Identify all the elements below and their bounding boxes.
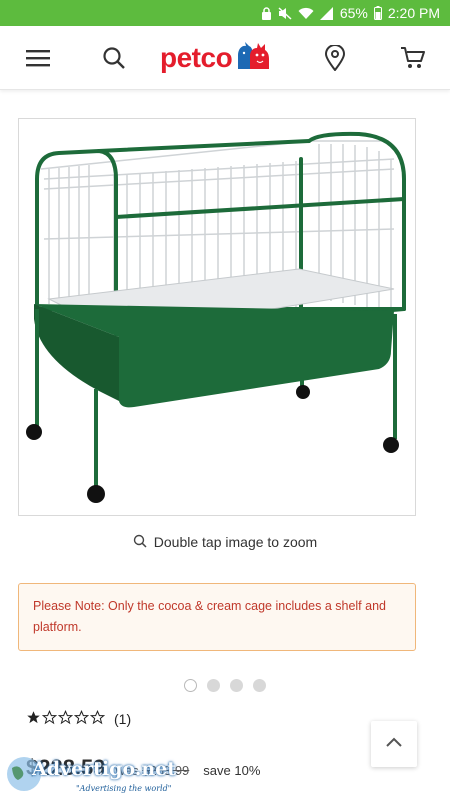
star-empty-icon bbox=[41, 709, 58, 728]
mute-icon bbox=[278, 6, 292, 20]
carousel-dot[interactable] bbox=[230, 679, 243, 692]
watermark: Advertigo.net "Advertising the world" bbox=[4, 750, 179, 800]
savings-badge: save 10% bbox=[203, 763, 261, 778]
star-filled-icon bbox=[26, 710, 41, 728]
carousel-dot[interactable] bbox=[207, 679, 220, 692]
carousel-dot[interactable] bbox=[184, 679, 197, 692]
hamburger-menu-icon[interactable] bbox=[20, 40, 56, 76]
image-carousel-dots bbox=[0, 679, 450, 693]
app-header: petco bbox=[0, 26, 450, 90]
zoom-hint: Double tap image to zoom bbox=[0, 532, 450, 552]
wifi-icon bbox=[298, 7, 314, 20]
carousel-dot[interactable] bbox=[253, 679, 266, 692]
review-count[interactable]: (1) bbox=[114, 711, 131, 727]
battery-icon bbox=[373, 6, 382, 20]
scroll-to-top-button[interactable] bbox=[371, 721, 417, 767]
lock-icon bbox=[261, 6, 272, 20]
clock-time: 2:20 PM bbox=[387, 5, 440, 21]
watermark-tagline: "Advertising the world" bbox=[76, 784, 172, 793]
notice-text: Please Note: Only the cocoa & cream cage… bbox=[33, 599, 386, 634]
product-rating[interactable]: (1) bbox=[26, 709, 131, 728]
product-notice: Please Note: Only the cocoa & cream cage… bbox=[18, 583, 416, 651]
battery-percentage: 65% bbox=[339, 5, 368, 21]
search-icon[interactable] bbox=[96, 40, 132, 76]
chevron-up-icon bbox=[385, 735, 403, 753]
magnifier-icon bbox=[133, 534, 147, 551]
pet-silhouettes-icon bbox=[233, 41, 271, 76]
zoom-hint-text: Double tap image to zoom bbox=[153, 534, 318, 550]
product-image[interactable] bbox=[18, 118, 416, 516]
star-empty-icon bbox=[89, 709, 106, 728]
signal-icon bbox=[319, 6, 334, 20]
shopping-cart-icon[interactable] bbox=[395, 40, 431, 76]
star-empty-icon bbox=[73, 709, 90, 728]
rabbit-cage-image bbox=[26, 131, 406, 503]
location-pin-icon[interactable] bbox=[317, 40, 353, 76]
status-bar: 65% 2:20 PM bbox=[0, 0, 450, 26]
petco-logo[interactable]: petco bbox=[160, 40, 271, 76]
watermark-text: Advertigo.net bbox=[32, 758, 177, 780]
star-empty-icon bbox=[57, 709, 74, 728]
logo-text: petco bbox=[160, 42, 233, 73]
